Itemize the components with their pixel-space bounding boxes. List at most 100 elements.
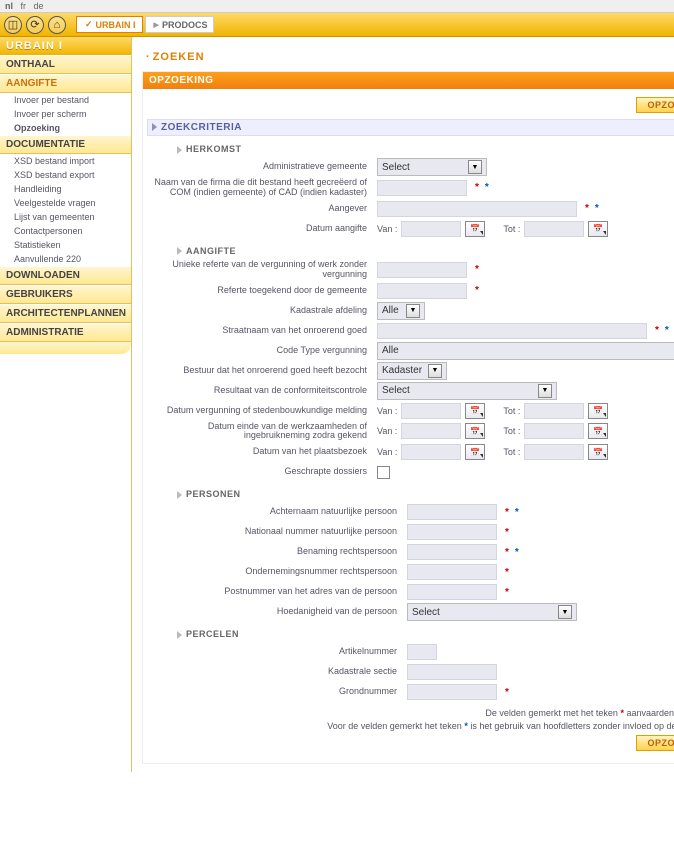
select-bestuur[interactable]: Kadaster▼ xyxy=(377,362,447,380)
calendar-icon[interactable]: 📅 xyxy=(465,444,485,460)
breadcrumb-prodocs[interactable]: PRODOCS xyxy=(145,16,215,33)
criteria-title: ZOEKCRITERIA xyxy=(161,122,242,133)
input-datum-plaats-van[interactable] xyxy=(401,444,461,460)
input-datum-aangifte-tot[interactable] xyxy=(524,221,584,237)
input-datum-vergunning-van[interactable] xyxy=(401,403,461,419)
sidebar-aangifte[interactable]: AANGIFTE xyxy=(0,74,131,93)
label-firma: Naam van de firma die dit bestand heeft … xyxy=(147,178,377,198)
calendar-icon[interactable]: 📅 xyxy=(588,221,608,237)
sidebar-item-gemeenten[interactable]: Lijst van gemeenten xyxy=(0,210,131,224)
panel-header: OPZOEKING xyxy=(143,72,674,89)
label-kad-afdeling: Kadastrale afdeling xyxy=(147,306,377,316)
input-sectie[interactable] xyxy=(407,664,497,680)
calendar-icon[interactable]: 📅 xyxy=(588,444,608,460)
sidebar-onthaal[interactable]: ONTHAAL xyxy=(0,55,131,74)
calendar-icon[interactable]: 📅 xyxy=(588,403,608,419)
required-icon: * xyxy=(505,507,509,518)
sidebar: URBAIN I ONTHAAL AANGIFTE Invoer per bes… xyxy=(0,37,132,772)
label-geschrapte: Geschrapte dossiers xyxy=(147,467,377,477)
label-datum-einde: Datum einde van de werkzaamheden of inge… xyxy=(147,422,377,442)
sidebar-item-invoer-bestand[interactable]: Invoer per bestand xyxy=(0,93,131,107)
required-icon: * xyxy=(475,182,479,193)
input-datum-plaats-tot[interactable] xyxy=(524,444,584,460)
checkbox-geschrapte[interactable] xyxy=(377,466,390,479)
label-datum-plaats: Datum van het plaatsbezoek xyxy=(147,447,377,457)
van-label: Van : xyxy=(377,224,397,234)
input-datum-aangifte-van[interactable] xyxy=(401,221,461,237)
input-datum-einde-van[interactable] xyxy=(401,423,461,439)
lang-de[interactable]: de xyxy=(34,1,44,11)
sidebar-item-statistieken[interactable]: Statistieken xyxy=(0,238,131,252)
label-straatnaam: Straatnaam van het onroerend goed xyxy=(147,326,377,336)
label-sectie: Kadastrale sectie xyxy=(147,667,407,677)
search-button-bottom[interactable]: OPZOEKEN xyxy=(636,735,674,751)
required-icon: * xyxy=(655,325,659,336)
input-benaming[interactable] xyxy=(407,544,497,560)
input-postnummer[interactable] xyxy=(407,584,497,600)
input-unieke-ref[interactable] xyxy=(377,262,467,278)
input-datum-vergunning-tot[interactable] xyxy=(524,403,584,419)
sidebar-item-contact[interactable]: Contactpersonen xyxy=(0,224,131,238)
percelen-head: PERCELEN xyxy=(177,629,674,639)
input-ondernemings[interactable] xyxy=(407,564,497,580)
sidebar-item-aanvullende[interactable]: Aanvullende 220 xyxy=(0,252,131,266)
toolbar: ◫ ⟳ ⌂ URBAIN I PRODOCS xyxy=(0,13,674,37)
sidebar-architecten[interactable]: ARCHITECTENPLANNEN xyxy=(0,304,131,323)
sidebar-administratie[interactable]: ADMINISTRATIE xyxy=(0,323,131,342)
sidebar-documentatie[interactable]: DOCUMENTATIE xyxy=(0,135,131,154)
label-benaming: Benaming rechtspersoon xyxy=(147,547,407,557)
sidebar-item-faq[interactable]: Veelgestelde vragen xyxy=(0,196,131,210)
label-hoedanigheid: Hoedanigheid van de persoon xyxy=(147,607,407,617)
input-ref-gemeente[interactable] xyxy=(377,283,467,299)
sidebar-item-xsd-import[interactable]: XSD bestand import xyxy=(0,154,131,168)
stop-icon[interactable]: ◫ xyxy=(4,16,22,34)
input-datum-einde-tot[interactable] xyxy=(524,423,584,439)
page-title: ZOEKEN xyxy=(142,45,674,71)
search-button-top[interactable]: OPZOEKEN xyxy=(636,97,674,113)
sidebar-downloaden[interactable]: DOWNLOADEN xyxy=(0,266,131,285)
input-artikel[interactable] xyxy=(407,644,437,660)
required-icon: * xyxy=(505,527,509,538)
sidebar-item-xsd-export[interactable]: XSD bestand export xyxy=(0,168,131,182)
sidebar-item-opzoeking[interactable]: Opzoeking xyxy=(0,121,131,135)
breadcrumb-urbain[interactable]: URBAIN I xyxy=(76,16,143,33)
calendar-icon[interactable]: 📅 xyxy=(465,403,485,419)
calendar-icon[interactable]: 📅 xyxy=(465,423,485,439)
required-icon: * xyxy=(505,547,509,558)
label-bestuur: Bestuur dat het onroerend goed heeft bez… xyxy=(147,366,377,376)
input-nationaal[interactable] xyxy=(407,524,497,540)
required-icon: * xyxy=(585,203,589,214)
select-admin-gemeente[interactable]: Select▼ xyxy=(377,158,487,176)
sidebar-app-name: URBAIN I xyxy=(0,37,131,55)
criteria-bar[interactable]: ZOEKCRITERIA xyxy=(147,119,674,136)
sidebar-item-handleiding[interactable]: Handleiding xyxy=(0,182,131,196)
input-firma[interactable] xyxy=(377,180,467,196)
input-grond[interactable] xyxy=(407,684,497,700)
input-straatnaam[interactable] xyxy=(377,323,647,339)
search-panel: OPZOEKING OPZOEKEN ZOEKCRITERIA HERKOMST… xyxy=(142,71,674,764)
label-datum-aangifte: Datum aangifte xyxy=(147,224,377,234)
sidebar-gebruikers[interactable]: GEBRUIKERS xyxy=(0,285,131,304)
select-kad-afdeling[interactable]: Alle▼ xyxy=(377,302,425,320)
chevron-down-icon: ▼ xyxy=(428,364,442,378)
label-aangever: Aangever xyxy=(147,204,377,214)
input-aangever[interactable] xyxy=(377,201,577,217)
select-code-type[interactable]: Alle▼ xyxy=(377,342,674,360)
select-hoedanigheid[interactable]: Select▼ xyxy=(407,603,577,621)
calendar-icon[interactable]: 📅 xyxy=(465,221,485,237)
label-admin-gemeente: Administratieve gemeente xyxy=(147,162,377,172)
calendar-icon[interactable]: 📅 xyxy=(588,423,608,439)
input-achternaam[interactable] xyxy=(407,504,497,520)
home-icon[interactable]: ⌂ xyxy=(48,16,66,34)
lang-nl[interactable]: nl xyxy=(5,1,13,11)
required-icon: * xyxy=(475,264,479,275)
refresh-icon[interactable]: ⟳ xyxy=(26,16,44,34)
lang-fr[interactable]: fr xyxy=(21,1,27,11)
chevron-down-icon: ▼ xyxy=(468,160,482,174)
label-ref-gemeente: Referte toegekend door de gemeente xyxy=(147,286,377,296)
select-resultaat[interactable]: Select▼ xyxy=(377,382,557,400)
aangifte-head: AANGIFTE xyxy=(177,246,674,256)
label-artikel: Artikelnummer xyxy=(147,647,407,657)
sidebar-item-invoer-scherm[interactable]: Invoer per scherm xyxy=(0,107,131,121)
label-grond: Grondnummer xyxy=(147,687,407,697)
